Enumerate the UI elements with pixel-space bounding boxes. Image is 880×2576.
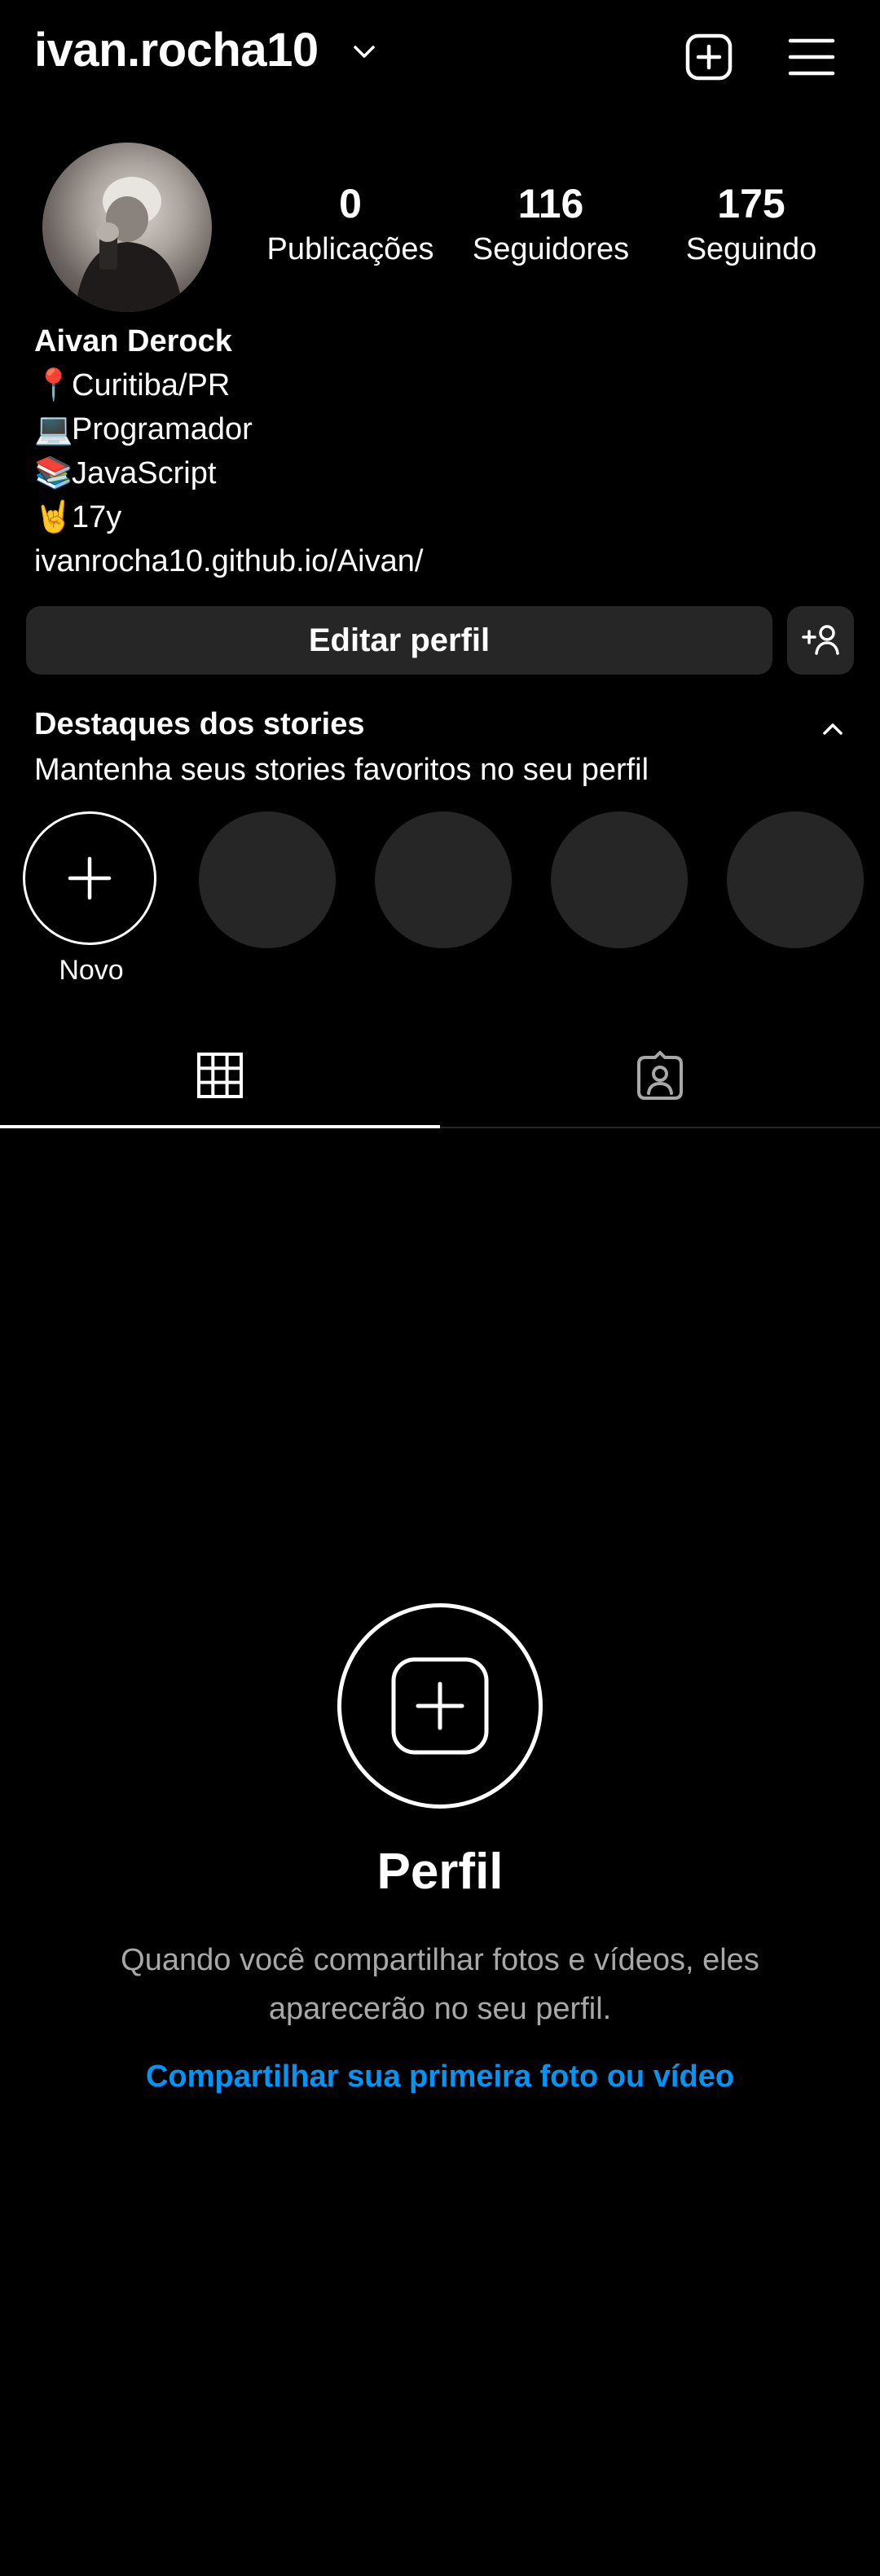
empty-state-description: Quando você compartilhar fotos e vídeos,… [121,1943,759,2026]
profile-link[interactable]: ivanrocha10.github.io/Aivan/ [34,539,423,583]
stat-followers[interactable]: 116 Seguidores [461,181,640,272]
pin-icon: 📍 [34,368,73,402]
profile-name: Aivan Derock [34,324,232,358]
highlight-placeholder [551,811,688,948]
highlight-placeholder [375,811,512,948]
books-icon: 📚 [34,456,73,490]
edit-profile-button[interactable]: Editar perfil [26,606,772,675]
profile-username[interactable]: ivan.rocha10 [34,23,319,77]
highlights-subtitle: Mantenha seus stories favoritos no seu p… [34,753,649,787]
following-count: 175 [717,181,785,226]
bio-text: Curitiba/PR [72,368,231,402]
stat-following[interactable]: 175 Seguindo [662,181,841,272]
rock-hand-icon: 🤘 [34,500,73,534]
avatar-photo [75,177,183,312]
posts-label: Publicações [266,232,434,266]
posts-count: 0 [339,181,362,226]
highlights-title: Destaques dos stories [34,707,365,741]
bio-line-location: 📍Curitiba/PR [34,363,230,407]
tagged-person-icon[interactable] [636,1051,684,1100]
create-post-button[interactable] [337,1603,543,1809]
share-first-photo-link[interactable]: Compartilhar sua primeira foto ou vídeo [0,2059,880,2095]
followers-count: 116 [517,181,584,226]
plus-icon [68,856,112,900]
bio-text: Programador [72,412,253,446]
hamburger-menu-icon[interactable] [785,33,838,81]
new-highlight-button[interactable] [23,811,156,945]
active-tab-indicator [0,1125,440,1128]
laptop-icon: 💻 [34,412,73,446]
add-person-icon [802,625,839,655]
add-user-button[interactable] [787,606,854,675]
profile-avatar[interactable] [42,143,212,312]
following-label: Seguindo [685,232,817,266]
bio-line-age: 🤘17y [34,495,121,539]
bio-text: 17y [72,500,122,534]
stat-posts[interactable]: 0 Publicações [261,181,440,272]
chevron-down-icon[interactable] [350,39,378,64]
plus-square-icon[interactable] [683,31,735,83]
bio-line-language: 📚JavaScript [34,451,216,495]
empty-state-title: Perfil [376,1844,504,1900]
tab-divider [440,1127,880,1128]
chevron-up-icon[interactable] [818,717,847,741]
grid-icon[interactable] [196,1051,244,1100]
highlight-placeholder [199,811,336,948]
plus-square-icon [391,1657,489,1755]
bio-line-job: 💻Programador [34,407,253,451]
new-highlight-label: Novo [59,955,124,986]
followers-label: Seguidores [472,232,630,266]
highlight-placeholder [727,811,864,948]
bio-text: JavaScript [72,456,217,490]
